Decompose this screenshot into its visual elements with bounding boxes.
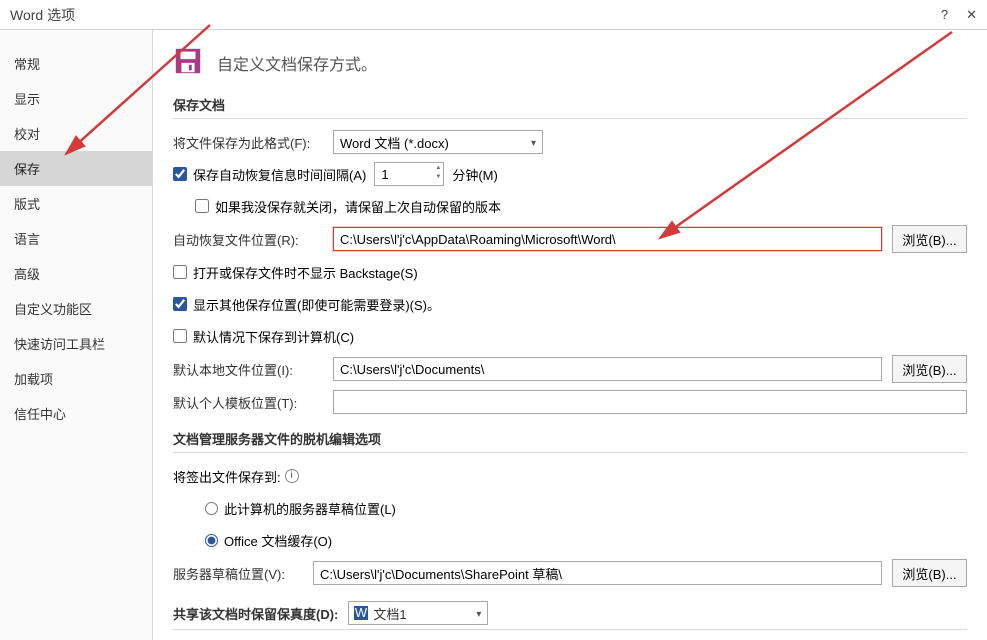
sidebar-item-general[interactable]: 常规 [0, 46, 152, 81]
chevron-down-icon: ▾ [476, 609, 481, 620]
section-offline-title: 文档管理服务器文件的脱机编辑选项 [173, 429, 967, 453]
save-format-label: 将文件保存为此格式(F): [173, 133, 333, 152]
default-template-loc-input[interactable] [333, 390, 967, 414]
show-other-locations-label: 显示其他保存位置(即使可能需要登录)(S)。 [193, 295, 440, 314]
auto-save-label: 保存自动恢复信息时间间隔(A) [193, 165, 366, 184]
window-title: Word 选项 [10, 5, 941, 25]
help-button[interactable]: ? [941, 7, 948, 23]
chevron-down-icon: ▾ [531, 138, 536, 149]
default-to-computer-checkbox[interactable]: 默认情况下保存到计算机(C) [173, 327, 354, 346]
save-format-value: Word 文档 (*.docx) [340, 133, 449, 152]
close-button[interactable]: ✕ [966, 7, 977, 23]
default-to-computer-label: 默认情况下保存到计算机(C) [193, 327, 354, 346]
server-drafts-browse-button[interactable]: 浏览(B)... [892, 559, 967, 587]
sidebar-item-display[interactable]: 显示 [0, 81, 152, 116]
default-to-computer-input[interactable] [173, 329, 187, 343]
heading-row: 自定义文档保存方式。 [173, 46, 967, 79]
auto-save-checkbox-input[interactable] [173, 167, 187, 181]
server-drafts-radio-label: 此计算机的服务器草稿位置(L) [224, 499, 396, 518]
titlebar: Word 选项 ? ✕ [0, 0, 987, 30]
autorecover-loc-label: 自动恢复文件位置(R): [173, 230, 333, 249]
autorecover-loc-input[interactable] [333, 227, 882, 251]
main: 常规 显示 校对 保存 版式 语言 高级 自定义功能区 快速访问工具栏 加载项 … [0, 30, 987, 640]
svg-text:W: W [355, 605, 368, 620]
auto-save-checkbox[interactable]: 保存自动恢复信息时间间隔(A) [173, 165, 366, 184]
server-drafts-loc-label: 服务器草稿位置(V): [173, 564, 313, 583]
minutes-label: 分钟(M) [452, 165, 498, 184]
office-cache-radio-label: Office 文档缓存(O) [224, 531, 332, 550]
sidebar: 常规 显示 校对 保存 版式 语言 高级 自定义功能区 快速访问工具栏 加载项 … [0, 30, 153, 640]
word-doc-icon: W [353, 605, 369, 621]
keep-last-autosave-input[interactable] [195, 199, 209, 213]
office-cache-radio[interactable]: Office 文档缓存(O) [205, 531, 332, 550]
dont-show-backstage-checkbox[interactable]: 打开或保存文件时不显示 Backstage(S) [173, 263, 418, 282]
auto-save-minutes-spinner[interactable]: 1 ▲▼ [374, 162, 444, 186]
spinner-arrows-icon[interactable]: ▲▼ [435, 164, 441, 182]
page-heading: 自定义文档保存方式。 [217, 51, 377, 75]
sidebar-item-save[interactable]: 保存 [0, 151, 152, 186]
content-pane: 自定义文档保存方式。 保存文档 将文件保存为此格式(F): Word 文档 (*… [153, 30, 987, 640]
default-local-loc-label: 默认本地文件位置(I): [173, 360, 333, 379]
fidelity-doc-select[interactable]: W 文档1 ▾ [348, 601, 488, 625]
server-drafts-loc-input[interactable] [313, 561, 882, 585]
autorecover-browse-button[interactable]: 浏览(B)... [892, 225, 967, 253]
sidebar-item-proofing[interactable]: 校对 [0, 116, 152, 151]
window-buttons: ? ✕ [941, 7, 977, 23]
section-fidelity-title: 共享该文档时保留保真度(D): [173, 604, 338, 623]
sidebar-item-customize-ribbon[interactable]: 自定义功能区 [0, 291, 152, 326]
sidebar-item-advanced[interactable]: 高级 [0, 256, 152, 291]
default-local-loc-input[interactable] [333, 357, 882, 381]
dont-show-backstage-input[interactable] [173, 265, 187, 279]
sidebar-item-addins[interactable]: 加载项 [0, 361, 152, 396]
dont-show-backstage-label: 打开或保存文件时不显示 Backstage(S) [193, 263, 418, 282]
save-format-select[interactable]: Word 文档 (*.docx) ▾ [333, 130, 543, 154]
section-fidelity-title-row: 共享该文档时保留保真度(D): W 文档1 ▾ [173, 601, 967, 630]
section-save-docs-title: 保存文档 [173, 95, 967, 119]
sidebar-item-layout[interactable]: 版式 [0, 186, 152, 221]
keep-last-autosave-label: 如果我没保存就关闭，请保留上次自动保留的版本 [215, 197, 501, 216]
keep-last-autosave-checkbox[interactable]: 如果我没保存就关闭，请保留上次自动保留的版本 [195, 197, 501, 216]
sidebar-item-quick-access[interactable]: 快速访问工具栏 [0, 326, 152, 361]
save-icon [173, 46, 203, 79]
show-other-locations-checkbox[interactable]: 显示其他保存位置(即使可能需要登录)(S)。 [173, 295, 440, 314]
info-icon[interactable]: i [285, 469, 299, 483]
auto-save-minutes-value: 1 [381, 167, 437, 182]
server-drafts-radio-input[interactable] [205, 502, 218, 515]
default-template-loc-label: 默认个人模板位置(T): [173, 393, 333, 412]
sidebar-item-trust-center[interactable]: 信任中心 [0, 396, 152, 431]
save-checkout-to-label: 将签出文件保存到: [173, 467, 281, 486]
office-cache-radio-input[interactable] [205, 534, 218, 547]
server-drafts-radio[interactable]: 此计算机的服务器草稿位置(L) [205, 499, 396, 518]
sidebar-item-language[interactable]: 语言 [0, 221, 152, 256]
fidelity-doc-value: 文档1 [373, 604, 406, 623]
default-local-browse-button[interactable]: 浏览(B)... [892, 355, 967, 383]
show-other-locations-input[interactable] [173, 297, 187, 311]
